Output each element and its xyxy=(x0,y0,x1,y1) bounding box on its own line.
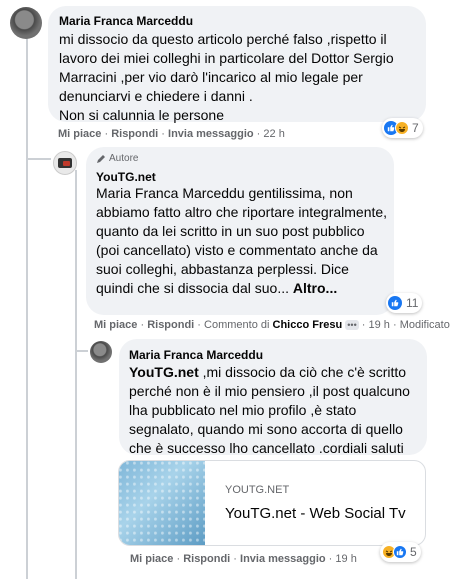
comment-text: Maria Franca Marceddu gentilissima, non … xyxy=(96,184,388,298)
reply-button[interactable]: Rispondi xyxy=(183,553,230,565)
comment-actions: Mi piace · Rispondi · Invia messaggio · … xyxy=(58,128,285,140)
thread-line-nested xyxy=(75,170,77,579)
link-preview-card[interactable]: YOUTG.NET YouTG.net - Web Social Tv xyxy=(118,460,426,546)
avatar[interactable] xyxy=(53,151,77,175)
comment-text-body: Maria Franca Marceddu gentilissima, non … xyxy=(96,185,388,296)
timestamp[interactable]: 22 h xyxy=(263,128,284,140)
comment-text: YouTG.net ,mi dissocio da ciò che c'è sc… xyxy=(129,363,421,458)
edited-label: Modificato xyxy=(399,319,450,331)
reaction-count: 5 xyxy=(410,545,417,559)
see-more-link[interactable]: Altro... xyxy=(293,280,337,296)
reaction-summary[interactable]: 5 xyxy=(380,542,421,562)
link-preview-image xyxy=(119,461,205,545)
send-message-button[interactable]: Invia messaggio xyxy=(240,553,326,565)
like-reaction-icon xyxy=(393,545,407,559)
link-preview-title: YouTG.net - Web Social Tv xyxy=(225,505,406,522)
thread-line-main xyxy=(26,38,28,579)
avatar[interactable] xyxy=(10,7,42,39)
link-preview-domain: YOUTG.NET xyxy=(225,484,290,496)
author-badge-label: Autore xyxy=(109,153,139,164)
thread-line-reply xyxy=(27,158,51,160)
comment-actions: Mi piace · Rispondi · Commento di Chicco… xyxy=(94,319,450,331)
author-badge: Autore xyxy=(96,153,138,164)
avatar[interactable] xyxy=(90,341,112,363)
pencil-icon xyxy=(97,154,105,163)
more-dots-icon[interactable]: ••• xyxy=(345,320,359,330)
reaction-summary[interactable]: 7 xyxy=(382,118,423,138)
reply-button[interactable]: Rispondi xyxy=(147,319,194,331)
comment-author[interactable]: Maria Franca Marceddu xyxy=(59,14,193,28)
comment-author[interactable]: YouTG.net xyxy=(96,170,156,184)
comment-of-label: Commento di xyxy=(204,319,270,331)
comment-author[interactable]: Maria Franca Marceddu xyxy=(129,348,263,362)
like-reaction-icon xyxy=(388,296,402,310)
commenter-link[interactable]: Chicco Fresu xyxy=(273,319,343,331)
comment-bubble: Maria Franca Marceddu YouTG.net ,mi diss… xyxy=(119,339,427,458)
like-button[interactable]: Mi piace xyxy=(130,553,173,565)
send-message-button[interactable]: Invia messaggio xyxy=(168,128,254,140)
haha-reaction-icon xyxy=(395,121,409,135)
timestamp[interactable]: 19 h xyxy=(335,553,356,565)
comment-bubble: Autore YouTG.net Maria Franca Marceddu g… xyxy=(86,147,394,315)
reaction-summary[interactable]: 11 xyxy=(386,293,423,313)
like-button[interactable]: Mi piace xyxy=(58,128,101,140)
like-button[interactable]: Mi piace xyxy=(94,319,137,331)
thread-line-nested-branch xyxy=(76,350,88,352)
reply-button[interactable]: Rispondi xyxy=(111,128,158,140)
comment-actions: Mi piace · Rispondi · Invia messaggio · … xyxy=(130,553,357,565)
reaction-count: 11 xyxy=(406,296,419,310)
mention-link[interactable]: YouTG.net xyxy=(129,364,199,380)
comment-text: mi dissocio da questo articolo perché fa… xyxy=(59,31,394,123)
timestamp[interactable]: 19 h xyxy=(369,319,390,331)
comment-bubble: Maria Franca Marceddu mi dissocio da que… xyxy=(48,6,426,123)
reaction-count: 7 xyxy=(412,121,419,135)
